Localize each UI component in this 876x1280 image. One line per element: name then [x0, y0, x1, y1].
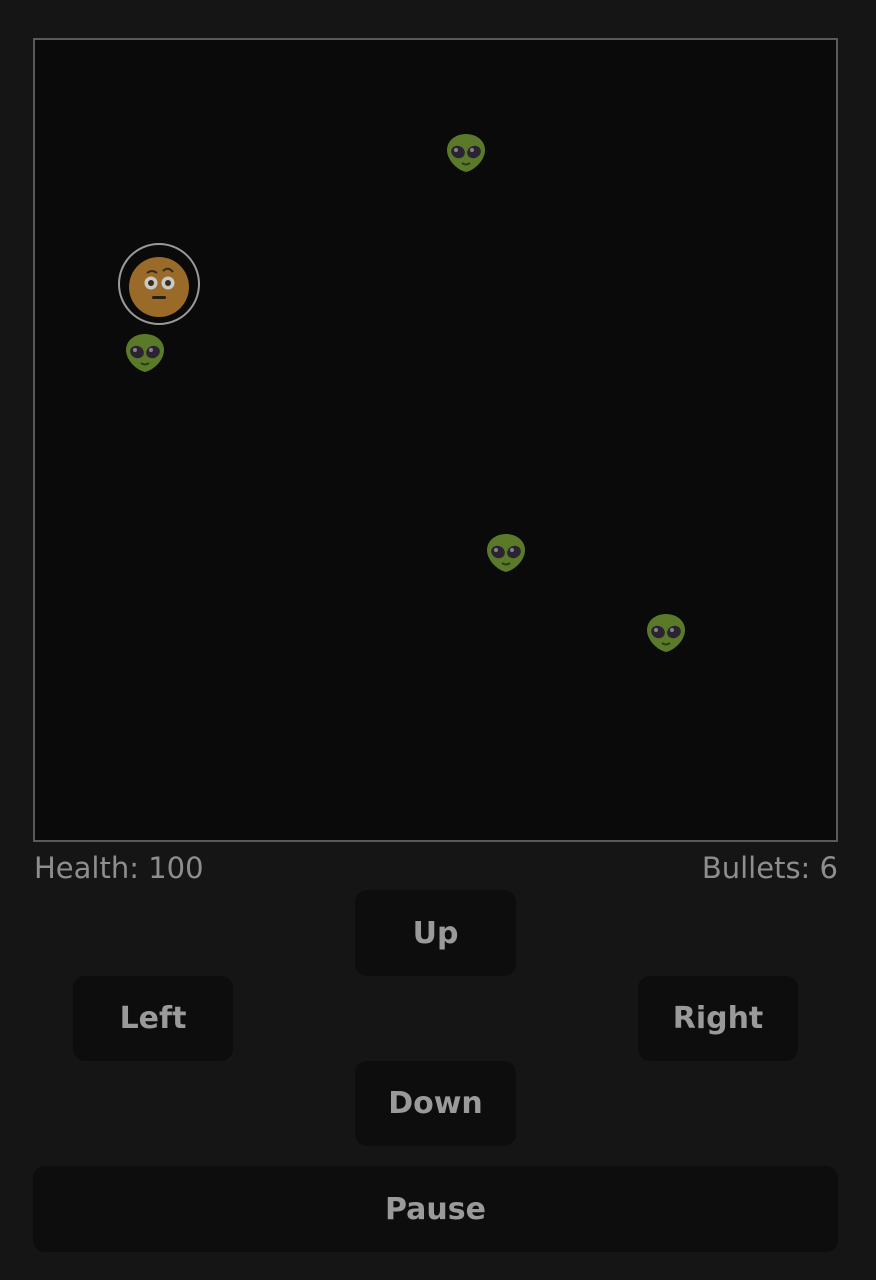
alien-icon — [645, 612, 687, 654]
bullets-readout: Bullets: 6 — [701, 851, 838, 885]
game-app: Health: 100 Bullets: 6 Up Left Right Dow… — [0, 0, 876, 1280]
down-button[interactable]: Down — [355, 1061, 516, 1146]
alien-icon — [124, 332, 166, 374]
pause-button[interactable]: Pause — [33, 1166, 838, 1252]
right-button[interactable]: Right — [638, 976, 798, 1061]
up-button[interactable]: Up — [355, 890, 516, 976]
game-arena[interactable] — [33, 38, 838, 842]
left-button[interactable]: Left — [73, 976, 233, 1061]
alien-icon — [485, 532, 527, 574]
player-astronaut-icon — [117, 242, 201, 326]
health-readout: Health: 100 — [34, 851, 204, 885]
alien-icon — [445, 132, 487, 174]
